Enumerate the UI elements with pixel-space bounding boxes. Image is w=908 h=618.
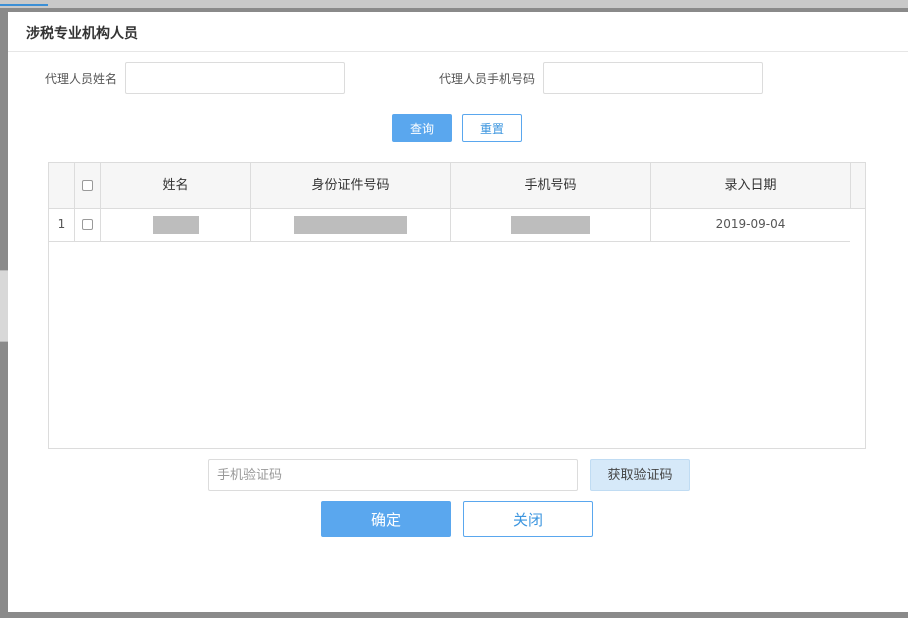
background-page-top <box>0 0 908 8</box>
row-number: 1 <box>49 208 75 241</box>
reset-button[interactable]: 重置 <box>462 114 522 142</box>
column-header-phone[interactable]: 手机号码 <box>451 163 651 208</box>
table-header: 姓名 身份证件号码 手机号码 录入日期 <box>49 163 865 209</box>
select-all-cell <box>75 163 101 208</box>
agent-table: 姓名 身份证件号码 手机号码 录入日期 1 2019-09-04 <box>48 162 866 449</box>
scrollbar-header-spacer <box>851 163 865 208</box>
get-sms-code-button[interactable]: 获取验证码 <box>590 459 690 491</box>
table-row[interactable]: 1 2019-09-04 <box>49 208 850 242</box>
dialog-header: 涉税专业机构人员 <box>8 12 908 52</box>
column-header-id-number[interactable]: 身份证件号码 <box>251 163 451 208</box>
agent-selection-dialog: 涉税专业机构人员 代理人员姓名 代理人员手机号码 查询 重置 姓名 身份证件号码… <box>8 12 908 612</box>
select-all-checkbox[interactable] <box>82 180 93 191</box>
agent-phone-input[interactable] <box>543 62 763 94</box>
row-checkbox[interactable] <box>82 219 93 230</box>
agent-phone-label: 代理人员手机号码 <box>439 72 536 86</box>
background-active-tab-indicator <box>0 4 48 6</box>
background-page-side <box>0 270 8 342</box>
row-name-cell <box>101 208 251 241</box>
confirm-button[interactable]: 确定 <box>321 501 451 537</box>
query-button[interactable]: 查询 <box>392 114 452 142</box>
row-number-header <box>49 163 75 208</box>
column-header-name[interactable]: 姓名 <box>101 163 251 208</box>
sms-code-input[interactable] <box>208 459 578 491</box>
column-header-entry-date[interactable]: 录入日期 <box>651 163 851 208</box>
close-button[interactable]: 关闭 <box>463 501 593 537</box>
dialog-title: 涉税专业机构人员 <box>26 26 138 42</box>
agent-name-input[interactable] <box>125 62 345 94</box>
row-entry-date: 2019-09-04 <box>715 217 786 231</box>
row-id-number-cell <box>251 208 451 241</box>
row-phone-cell <box>451 208 651 241</box>
redacted-name <box>152 215 199 234</box>
row-select-cell <box>75 208 101 241</box>
redacted-id-number <box>294 215 407 234</box>
redacted-phone <box>511 215 590 234</box>
agent-name-label: 代理人员姓名 <box>45 72 118 86</box>
